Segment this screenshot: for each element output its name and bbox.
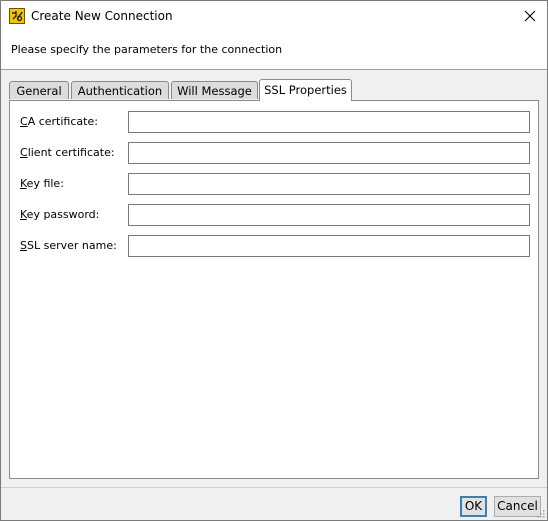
- ok-button[interactable]: OK: [460, 496, 487, 517]
- ca-certificate-input[interactable]: [128, 111, 530, 133]
- app-plug-icon: [9, 8, 25, 24]
- key-password-input[interactable]: [128, 204, 530, 226]
- ssl-properties-panel: CA certificate: Client certificate: Key …: [9, 100, 539, 479]
- tab-label: Authentication: [77, 84, 163, 98]
- tab-will-message[interactable]: Will Message: [171, 81, 258, 99]
- dialog-header: Please specify the parameters for the co…: [1, 31, 547, 70]
- key-password-label: Key password:: [20, 208, 100, 221]
- ssl-server-name-input[interactable]: [128, 235, 530, 257]
- tab-ssl-properties[interactable]: SSL Properties: [259, 79, 352, 101]
- tab-label: Will Message: [177, 84, 252, 98]
- tab-label: General: [16, 84, 62, 98]
- key-file-input[interactable]: [128, 173, 530, 195]
- cancel-button[interactable]: Cancel: [494, 496, 541, 517]
- title-bar[interactable]: Create New Connection: [1, 1, 547, 31]
- dialog-window: Create New Connection Please specify the…: [0, 0, 548, 521]
- ca-certificate-label: CA certificate:: [20, 115, 98, 128]
- tab-general[interactable]: General: [9, 81, 69, 99]
- client-certificate-label: Client certificate:: [20, 146, 115, 159]
- resize-grip-icon[interactable]: [535, 508, 545, 518]
- footer-divider: [1, 487, 547, 488]
- window-title: Create New Connection: [31, 9, 173, 23]
- dialog-subtitle: Please specify the parameters for the co…: [11, 43, 283, 56]
- key-file-label: Key file:: [20, 177, 64, 190]
- tab-authentication[interactable]: Authentication: [71, 81, 169, 99]
- close-button[interactable]: [513, 1, 547, 31]
- close-icon: [524, 10, 536, 22]
- ssl-server-name-label: SSL server name:: [20, 239, 117, 252]
- tab-label: SSL Properties: [264, 83, 347, 97]
- client-certificate-input[interactable]: [128, 142, 530, 164]
